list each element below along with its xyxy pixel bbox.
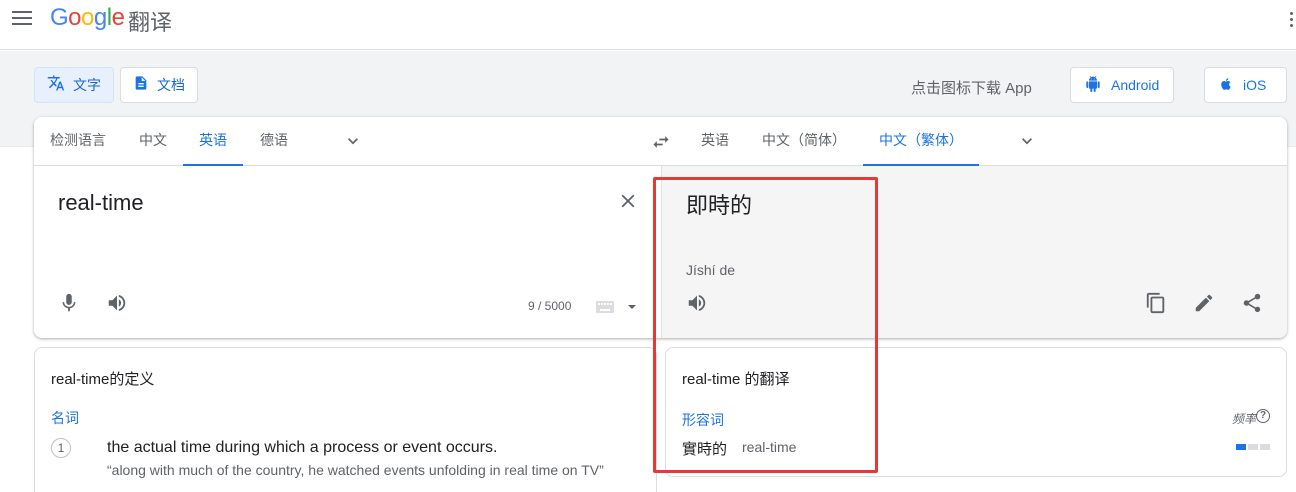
translation-word[interactable]: 實時的 — [682, 438, 727, 459]
edit-icon[interactable] — [1193, 292, 1215, 319]
docs-mode-label: 文档 — [157, 77, 185, 93]
frequency-segment — [1260, 444, 1270, 450]
translation-card: 检测语言 中文 英语 德语 英语 中文（简体） 中文（繁体） real-time… — [34, 117, 1287, 338]
apple-icon — [1219, 76, 1233, 95]
translate-icon — [47, 74, 65, 97]
definition-number: 1 — [51, 438, 71, 458]
target-pane: 即時的 Jíshí de — [661, 166, 1287, 338]
part-of-speech: 名词 — [51, 410, 79, 426]
source-lang-german[interactable]: 德语 — [244, 117, 304, 166]
share-icon[interactable] — [1241, 292, 1263, 319]
frequency-segment — [1236, 444, 1246, 450]
frequency-segment — [1248, 444, 1258, 450]
romanization: Jíshí de — [686, 262, 736, 278]
definitions-title: real-time的定义 — [51, 371, 155, 388]
source-listen-icon[interactable] — [106, 292, 128, 319]
language-bar: 检测语言 中文 英语 德语 英语 中文（简体） 中文（繁体） — [34, 117, 1287, 166]
translation-part-of-speech: 形容词 — [682, 412, 724, 428]
google-logo[interactable]: Google — [50, 4, 125, 32]
source-lang-english[interactable]: 英语 — [183, 117, 243, 166]
android-label: Android — [1111, 77, 1160, 93]
more-options-icon[interactable] — [1290, 12, 1296, 30]
source-pane: real-time 9 / 5000 — [34, 166, 661, 338]
ios-label: iOS — [1243, 77, 1267, 93]
source-lang-dropdown-icon[interactable] — [343, 131, 363, 151]
ios-button[interactable]: iOS — [1204, 67, 1287, 103]
back-translation[interactable]: real-time — [742, 439, 796, 455]
target-lang-simplified[interactable]: 中文（简体） — [746, 117, 862, 166]
source-text-input[interactable]: real-time — [58, 190, 144, 216]
swap-languages-icon[interactable] — [650, 132, 672, 152]
target-lang-english[interactable]: 英语 — [685, 117, 745, 166]
android-icon — [1085, 75, 1101, 96]
copy-icon[interactable] — [1145, 292, 1167, 319]
translations-title: real-time 的翻译 — [682, 371, 790, 388]
definition-text: the actual time during which a process o… — [107, 439, 498, 456]
android-button[interactable]: Android — [1070, 67, 1175, 103]
docs-mode-button[interactable]: 文档 — [120, 67, 198, 103]
frequency-indicator — [1236, 444, 1270, 450]
header: Google 翻译 — [0, 0, 1296, 50]
product-name: 翻译 — [128, 10, 173, 35]
main-menu-icon[interactable] — [12, 11, 32, 27]
keyboard-icon[interactable] — [596, 300, 638, 319]
download-app-text: 点击图标下载 App — [911, 80, 1032, 97]
help-icon[interactable]: ? — [1256, 409, 1270, 423]
microphone-icon[interactable] — [58, 292, 80, 319]
translations-card: real-time 的翻译 形容词 频率 ? 實時的 real-time — [665, 347, 1287, 477]
document-icon — [133, 74, 149, 97]
frequency-label: 频率 — [1231, 412, 1256, 426]
text-mode-button[interactable]: 文字 — [34, 67, 114, 103]
target-listen-icon[interactable] — [686, 292, 708, 319]
definition-example: “along with much of the country, he watc… — [107, 462, 604, 478]
translation-output: 即時的 — [686, 194, 753, 219]
target-lang-dropdown-icon[interactable] — [1017, 131, 1037, 151]
clear-text-icon[interactable] — [617, 190, 639, 212]
source-lang-detect[interactable]: 检测语言 — [34, 117, 122, 166]
definitions-card: real-time的定义 名词 1 the actual time during… — [34, 347, 657, 492]
target-lang-traditional[interactable]: 中文（繁体） — [863, 117, 979, 166]
source-lang-chinese[interactable]: 中文 — [123, 117, 183, 166]
text-mode-label: 文字 — [73, 77, 101, 93]
character-count: 9 / 5000 — [528, 299, 572, 313]
